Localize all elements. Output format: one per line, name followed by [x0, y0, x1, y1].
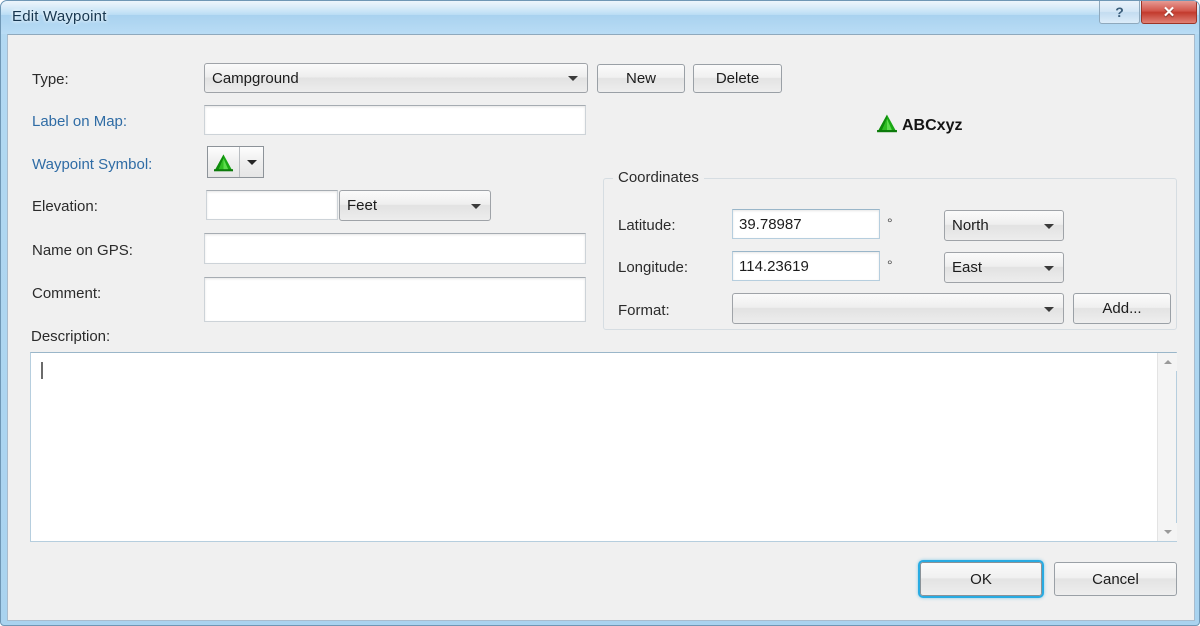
name-on-gps-input[interactable] — [204, 233, 586, 264]
chevron-down-icon — [1044, 265, 1054, 271]
comment-label: Comment: — [32, 285, 102, 302]
text-caret — [41, 362, 43, 379]
symbol-preview-text: ABCxyz — [902, 116, 963, 134]
edit-waypoint-dialog: Edit Waypoint ? ✕ Type: Campground New D… — [0, 0, 1200, 626]
longitude-direction-combobox[interactable]: East — [944, 252, 1064, 283]
elevation-input[interactable] — [206, 190, 338, 220]
dialog-client-area: Type: Campground New Delete Label on Map… — [7, 34, 1195, 621]
label-on-map-input[interactable] — [204, 105, 586, 135]
elevation-units-value: Feet — [347, 197, 378, 214]
close-button[interactable]: ✕ — [1141, 1, 1197, 24]
description-textarea[interactable] — [30, 352, 1177, 542]
longitude-direction-value: East — [952, 259, 983, 276]
latitude-label: Latitude: — [618, 217, 676, 234]
ok-button[interactable]: OK — [920, 562, 1042, 596]
scroll-up-icon[interactable] — [1158, 353, 1177, 371]
waypoint-symbol-picker[interactable] — [207, 146, 264, 178]
latitude-direction-value: North — [952, 217, 989, 234]
new-button[interactable]: New — [597, 64, 685, 93]
scroll-down-icon[interactable] — [1158, 523, 1177, 541]
chevron-down-icon — [1044, 306, 1054, 312]
latitude-degree-symbol: ° — [887, 215, 893, 231]
title-bar-sheen — [1, 1, 1199, 15]
type-label: Type: — [32, 71, 69, 88]
coordinates-group-title: Coordinates — [613, 169, 704, 186]
waypoint-symbol-label: Waypoint Symbol: — [32, 156, 153, 173]
label-on-map-label: Label on Map: — [32, 113, 128, 130]
comment-input[interactable] — [204, 277, 586, 322]
elevation-units-combobox[interactable]: Feet — [339, 190, 491, 221]
symbol-dropdown-arrow-icon[interactable] — [240, 147, 263, 177]
type-combobox[interactable]: Campground — [204, 63, 588, 93]
longitude-degree-symbol: ° — [887, 257, 893, 273]
delete-button[interactable]: Delete — [693, 64, 782, 93]
elevation-label: Elevation: — [32, 198, 98, 215]
latitude-direction-combobox[interactable]: North — [944, 210, 1064, 241]
campground-tent-icon — [208, 147, 240, 177]
longitude-input[interactable]: 114.23619 — [732, 251, 880, 281]
help-button[interactable]: ? — [1099, 1, 1140, 24]
cancel-button[interactable]: Cancel — [1054, 562, 1177, 596]
format-label: Format: — [618, 302, 670, 319]
chevron-down-icon — [471, 203, 481, 209]
longitude-label: Longitude: — [618, 259, 689, 276]
chevron-down-icon — [1044, 223, 1054, 229]
description-scrollbar[interactable] — [1157, 353, 1177, 541]
window-controls: ? ✕ — [1099, 1, 1197, 24]
title-bar[interactable]: Edit Waypoint ? ✕ — [1, 1, 1199, 34]
add-format-button[interactable]: Add... — [1073, 293, 1171, 324]
symbol-preview: ABCxyz — [876, 113, 962, 138]
window-title: Edit Waypoint — [12, 8, 107, 25]
chevron-down-icon — [568, 76, 578, 81]
name-on-gps-label: Name on GPS: — [32, 242, 133, 259]
latitude-input[interactable]: 39.78987 — [732, 209, 880, 239]
description-label: Description: — [31, 328, 111, 345]
type-combobox-value: Campground — [212, 69, 299, 87]
format-combobox[interactable] — [732, 293, 1064, 324]
close-icon: ✕ — [1162, 3, 1176, 21]
campground-tent-icon — [876, 113, 898, 138]
